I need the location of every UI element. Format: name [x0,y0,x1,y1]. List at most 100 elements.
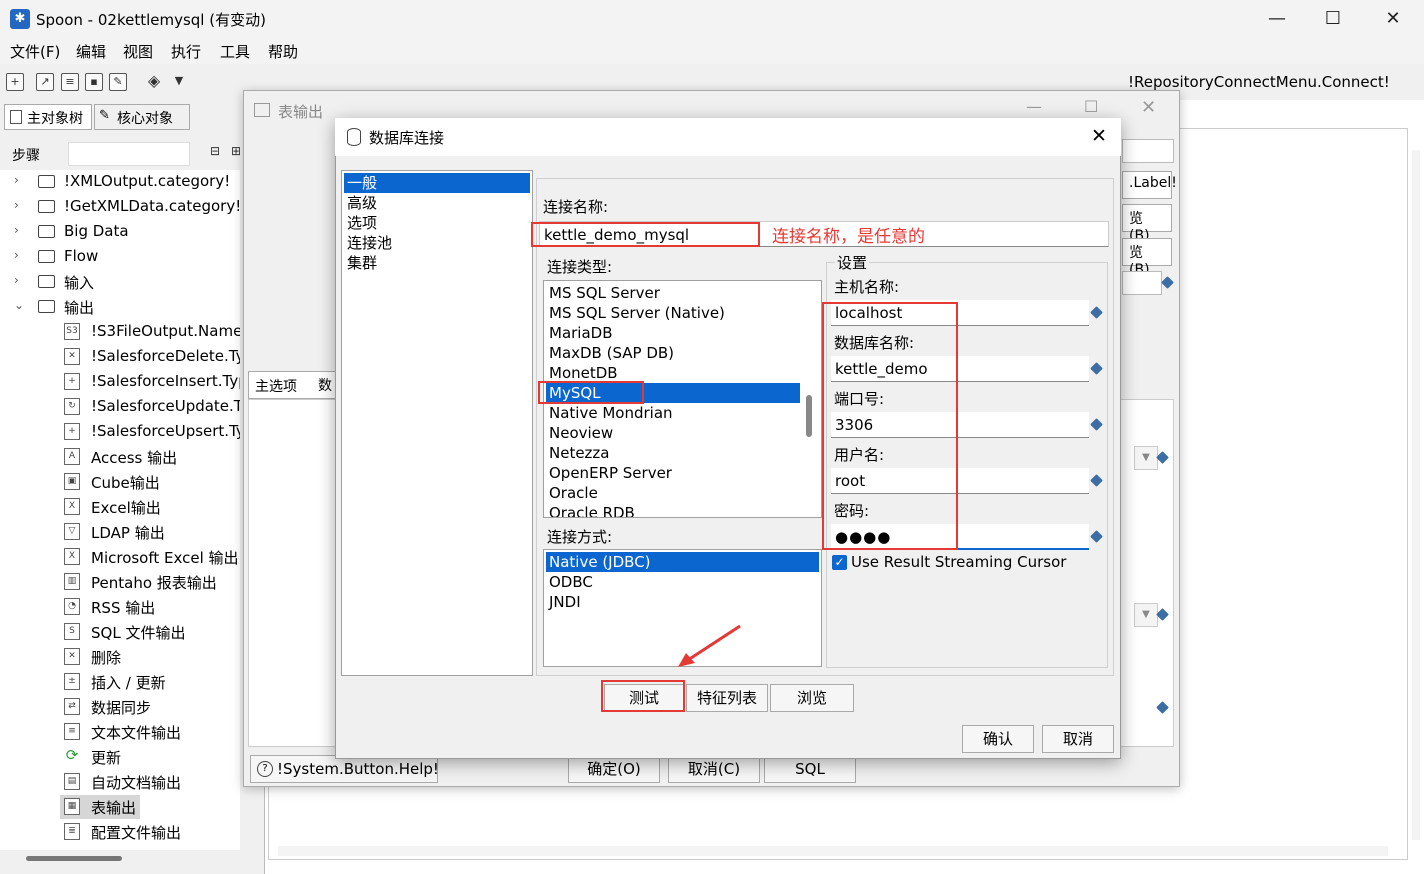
collapse-icon[interactable]: ⊟ [210,144,220,158]
tree-step[interactable]: ▣ Cube输出 [0,470,240,494]
folder-icon [38,275,55,288]
connection-name-label: 连接名称: [543,198,609,216]
minimize-button[interactable]: — [1026,97,1042,116]
nav-item-advanced[interactable]: 高级 [344,193,377,213]
cancel-button[interactable]: 取消 [1042,725,1114,753]
dropdown[interactable]: ▼ [1134,603,1158,627]
sql-button[interactable]: SQL [764,755,856,783]
browse-button[interactable]: 浏览 [770,684,854,712]
repository-connect-link[interactable]: !RepositoryConnectMenu.Connect! [1128,73,1390,91]
close-button[interactable]: ✕ [1141,97,1156,118]
list-item[interactable]: JNDI [546,592,581,612]
list-item[interactable]: MonetDB [546,363,618,383]
menu-tools[interactable]: 工具 [220,41,250,62]
tree-category-getxmldata[interactable]: › !GetXMLData.category! [0,195,240,219]
list-item[interactable]: MS SQL Server (Native) [546,303,725,323]
menu-file[interactable]: 文件(F) [10,41,60,62]
tree-category-bigdata[interactable]: › Big Data [0,220,240,244]
canvas-horizontal-scrollbar[interactable] [278,846,1388,856]
tree-step[interactable]: ▥ Pentaho 报表输出 [0,570,240,594]
tab-database-fields[interactable]: 数 [318,375,332,395]
list-item[interactable]: OpenERP Server [546,463,672,483]
tree-category-output[interactable]: ⌄ 输出 [0,295,240,319]
list-item-selected[interactable]: Native (JDBC) [546,552,819,572]
database-icon [347,128,361,146]
tree-horizontal-scrollbar[interactable] [26,856,122,861]
new-file-icon[interactable]: + [6,73,24,91]
tree-step[interactable]: ⟳ 更新 [0,745,240,769]
tree-step[interactable]: S3 !S3FileOutput.Name [0,320,240,344]
tree-step[interactable]: ↻ !SalesforceUpdate.T [0,395,240,419]
rss-output-icon: ◔ [64,598,80,615]
tree-step[interactable]: ⇄ 数据同步 [0,695,240,719]
steps-search-input[interactable] [68,142,190,166]
browse-button[interactable]: 览(B)... [1122,204,1172,244]
text-field[interactable] [1122,271,1162,295]
tree-category-input[interactable]: › 输入 [0,270,240,294]
maximize-button[interactable]: ☐ [1084,97,1098,116]
save-icon[interactable]: ▪ [85,73,103,91]
label-button[interactable]: .Label! [1122,171,1177,199]
streaming-checkbox[interactable]: ✓ [832,555,847,570]
menu-edit[interactable]: 编辑 [76,41,106,62]
layers-icon[interactable]: ◈ [145,73,163,91]
maximize-button[interactable]: ☐ [1310,4,1356,34]
nav-item-cluster[interactable]: 集群 [344,253,377,273]
tree-step-selected[interactable]: ▦ 表输出 [60,795,140,819]
menu-help[interactable]: 帮助 [268,41,298,62]
chevron-down-icon[interactable]: ▼ [170,73,188,91]
tree-step[interactable]: ◔ RSS 输出 [0,595,240,619]
list-item[interactable]: MaxDB (SAP DB) [546,343,674,363]
dialog-title: 数据库连接 [369,129,445,147]
open-folder-icon[interactable]: ↗ [36,73,54,91]
list-item[interactable]: ODBC [546,572,593,592]
close-button[interactable]: ✕ [1370,4,1416,34]
tree-step[interactable]: ✕ !SalesforceDelete.Ty [0,345,240,369]
tree-step[interactable]: + !SalesforceUpsert.Ty [0,420,240,444]
list-item[interactable]: Netezza [546,443,610,463]
tree-step[interactable]: X Microsoft Excel 输出 [0,545,240,569]
list-item[interactable]: Oracle [546,483,598,503]
browse-button[interactable]: 览(B)... [1122,238,1172,278]
tree-category-flow[interactable]: › Flow [0,245,240,269]
confirm-button[interactable]: 确认 [962,725,1034,753]
menu-run[interactable]: 执行 [171,41,201,62]
explore-icon[interactable]: ≡ [61,73,79,91]
list-item[interactable]: Neoview [546,423,613,443]
save-as-icon[interactable]: ✎ [109,73,127,91]
list-item[interactable]: MS SQL Server [546,283,660,303]
nav-item-general[interactable]: 一般 [344,173,530,193]
tree-step[interactable]: ✕ 删除 [0,645,240,669]
help-button[interactable]: ? !System.Button.Help! [250,755,439,783]
annotation-note: 连接名称，是任意的 [772,227,925,247]
ok-button[interactable]: 确定(O) [568,755,660,783]
help-icon: ? [257,761,273,777]
tree-step[interactable]: X Excel输出 [0,495,240,519]
tab-core-objects[interactable]: ✎ 核心对象 [94,104,190,130]
tree-step[interactable]: ≣ 配置文件输出 [0,820,240,844]
tree-step[interactable]: + !SalesforceInsert.Typ [0,370,240,394]
list-item[interactable]: MariaDB [546,323,613,343]
feature-list-button[interactable]: 特征列表 [686,684,768,712]
cancel-button[interactable]: 取消(C) [668,755,760,783]
tree-step[interactable]: ▤ 自动文档输出 [0,770,240,794]
tree-step[interactable]: ≡ 文本文件输出 [0,720,240,744]
list-item[interactable]: Oracle RDB [546,503,635,517]
expand-icon[interactable]: ⊞ [231,144,241,158]
nav-item-options[interactable]: 选项 [344,213,377,233]
tree-step[interactable]: S SQL 文件输出 [0,620,240,644]
tab-main-tree[interactable]: 主对象树 [4,104,92,130]
nav-item-pooling[interactable]: 连接池 [344,233,392,253]
list-item[interactable]: Native Mondrian [546,403,673,423]
dropdown[interactable]: ▼ [1134,446,1158,470]
tree-category-xmloutput[interactable]: › !XMLOutput.category! [0,170,240,194]
text-field[interactable] [1122,139,1174,163]
close-icon[interactable]: ✕ [1091,125,1107,147]
tree-step[interactable]: ▽ LDAP 输出 [0,520,240,544]
menu-view[interactable]: 视图 [123,41,153,62]
tree-step[interactable]: A Access 输出 [0,445,240,469]
list-scrollbar[interactable] [806,395,812,437]
minimize-button[interactable]: — [1254,4,1300,34]
tree-step[interactable]: ± 插入 / 更新 [0,670,240,694]
canvas-vertical-scrollbar[interactable] [1412,150,1420,840]
